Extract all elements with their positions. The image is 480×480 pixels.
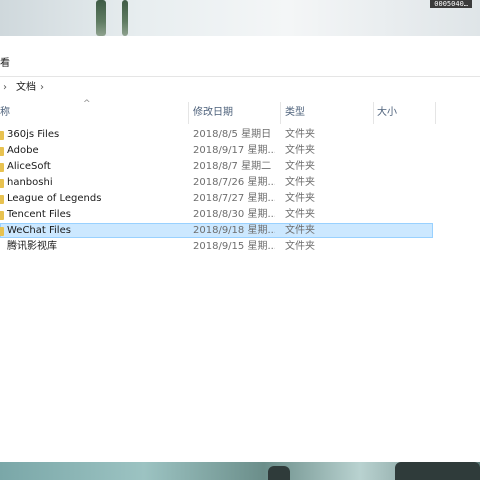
folder-icon — [0, 179, 4, 188]
folder-icon — [0, 163, 4, 172]
chevron-right-icon[interactable]: › — [40, 82, 44, 94]
folder-icon — [0, 211, 4, 220]
tree-silhouette — [122, 0, 128, 36]
folder-icon — [0, 147, 4, 156]
file-row[interactable]: Adobe 2018/9/17 星期... 文件夹 — [0, 143, 480, 159]
file-date: 2018/8/5 星期日 ... — [193, 129, 275, 140]
file-date: 2018/9/18 星期... — [193, 225, 275, 236]
rock-silhouette — [268, 466, 290, 480]
file-name: AliceSoft — [7, 161, 51, 172]
file-name: 腾讯影视库 — [7, 241, 57, 252]
file-date: 2018/9/15 星期... — [193, 241, 275, 252]
file-date: 2018/9/17 星期... — [193, 145, 275, 156]
file-date: 2018/7/26 星期... — [193, 177, 275, 188]
sort-ascending-icon: ^ — [83, 99, 91, 109]
breadcrumb-documents[interactable]: 文档 — [16, 82, 36, 94]
file-name: 360js Files — [7, 129, 60, 140]
column-header-name[interactable]: 称 — [0, 107, 10, 119]
file-type: 文件夹 — [285, 161, 315, 172]
file-type: 文件夹 — [285, 193, 315, 204]
column-header-type[interactable]: 类型 — [285, 107, 305, 119]
chevron-right-icon[interactable]: › — [3, 82, 7, 94]
wallpaper-text: 0005040… — [430, 0, 472, 8]
folder-icon — [0, 227, 4, 236]
file-name: League of Legends — [7, 193, 102, 204]
file-name: Tencent Files — [7, 209, 71, 220]
file-row[interactable]: League of Legends 2018/7/27 星期... 文件夹 — [0, 191, 480, 207]
file-list: 360js Files 2018/8/5 星期日 ... 文件夹 Adobe 2018/… — [0, 127, 480, 255]
column-divider[interactable] — [435, 102, 436, 124]
file-type: 文件夹 — [285, 145, 315, 156]
column-headers: ^ 称 修改日期 类型 大小 — [0, 99, 480, 127]
file-explorer-window: 看 › 文档 › ^ 称 修改日期 类型 大小 360js Files 2018/… — [0, 36, 480, 462]
column-header-size[interactable]: 大小 — [377, 107, 397, 119]
file-date: 2018/8/30 星期... — [193, 209, 275, 220]
file-date: 2018/7/27 星期... — [193, 193, 275, 204]
tree-silhouette — [96, 0, 106, 36]
ribbon: 看 — [0, 36, 480, 77]
desktop-wallpaper-top: 0005040… — [0, 0, 480, 36]
folder-icon — [0, 195, 4, 204]
rock-silhouette — [395, 462, 480, 480]
file-name: WeChat Files — [7, 225, 71, 236]
address-bar[interactable]: › 文档 › — [0, 77, 480, 100]
file-row[interactable]: Tencent Files 2018/8/30 星期... 文件夹 — [0, 207, 480, 223]
file-row[interactable]: WeChat Files 2018/9/18 星期... 文件夹 — [0, 223, 480, 239]
tab-view[interactable]: 看 — [0, 58, 10, 70]
file-row[interactable]: AliceSoft 2018/8/7 星期二 ... 文件夹 — [0, 159, 480, 175]
file-type: 文件夹 — [285, 177, 315, 188]
file-name: hanboshi — [7, 177, 53, 188]
file-type: 文件夹 — [285, 225, 315, 236]
file-date: 2018/8/7 星期二 ... — [193, 161, 275, 172]
file-type: 文件夹 — [285, 209, 315, 220]
file-type: 文件夹 — [285, 129, 315, 140]
file-type: 文件夹 — [285, 241, 315, 252]
folder-icon — [0, 131, 4, 140]
column-divider[interactable] — [280, 102, 281, 124]
desktop-wallpaper-bottom — [0, 462, 480, 480]
column-divider[interactable] — [373, 102, 374, 124]
file-row[interactable]: 360js Files 2018/8/5 星期日 ... 文件夹 — [0, 127, 480, 143]
column-divider[interactable] — [188, 102, 189, 124]
column-header-date[interactable]: 修改日期 — [193, 107, 233, 119]
file-name: Adobe — [7, 145, 39, 156]
file-row[interactable]: 腾讯影视库 2018/9/15 星期... 文件夹 — [0, 239, 480, 255]
file-row[interactable]: hanboshi 2018/7/26 星期... 文件夹 — [0, 175, 480, 191]
